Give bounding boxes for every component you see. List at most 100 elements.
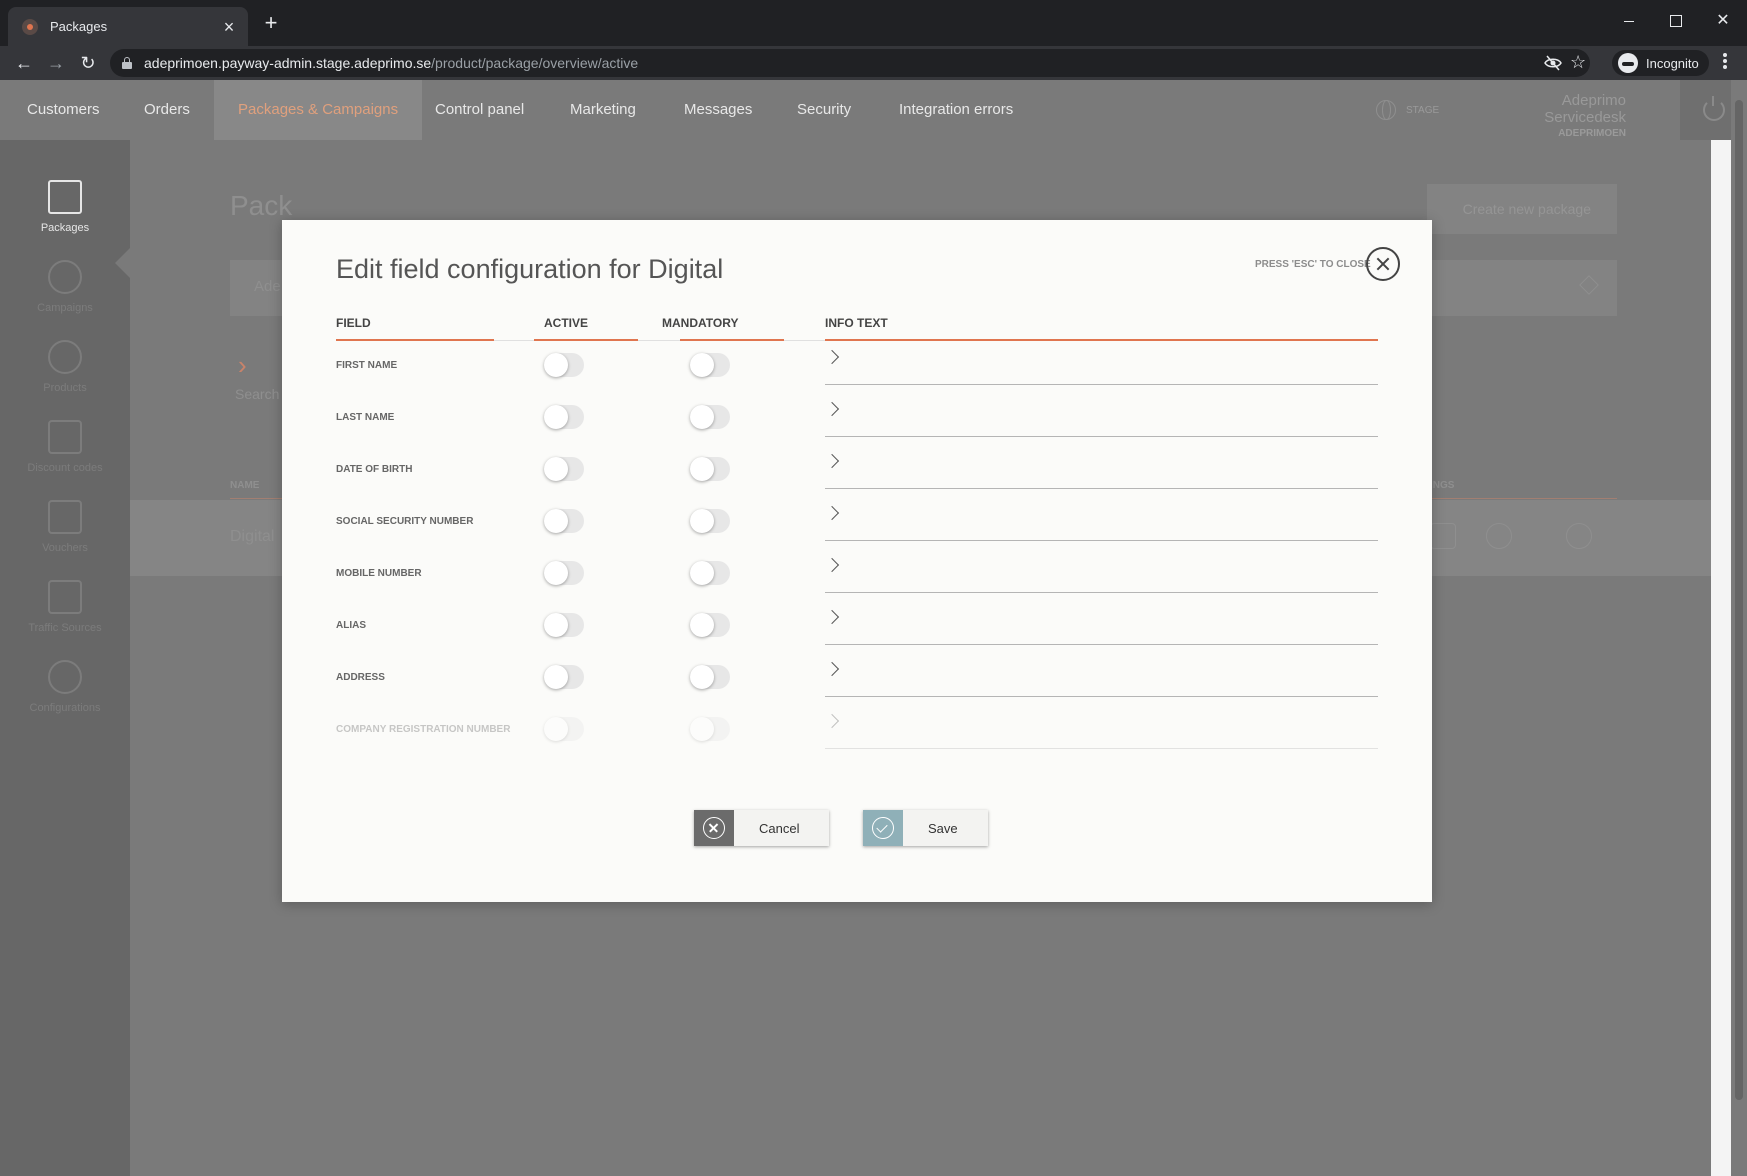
mandatory-toggle[interactable] [690,613,730,637]
address-bar[interactable]: adeprimoen.payway-admin.stage.adeprimo.s… [110,49,1590,77]
active-toggle[interactable] [544,405,584,429]
active-toggle[interactable] [544,717,584,741]
customer-select-value: Ade [254,278,281,295]
mandatory-toggle[interactable] [690,405,730,429]
nav-integration-errors[interactable]: Integration errors [875,80,1037,140]
cancel-button[interactable]: Cancel [694,810,830,846]
incognito-label: Incognito [1646,55,1699,71]
window-minimize-icon[interactable] [1606,6,1652,36]
column-header-settings: INGS [1430,480,1455,491]
field-header-underline [336,339,494,341]
mandatory-toggle[interactable] [690,353,730,377]
sidebar-item-vouchers[interactable]: Vouchers [0,500,130,554]
save-label: Save [928,820,958,836]
field-config-icon[interactable] [1430,523,1456,549]
active-toggle[interactable] [544,665,584,689]
field-config-modal: Edit field configuration for Digital PRE… [282,220,1432,902]
mandatory-toggle[interactable] [690,561,730,585]
field-label: LAST NAME [336,412,395,423]
nav-messages[interactable]: Messages [660,80,776,140]
field-label: MOBILE NUMBER [336,568,422,579]
mandatory-toggle[interactable] [690,717,730,741]
nav-marketing[interactable]: Marketing [546,80,660,140]
atom-icon [48,340,82,374]
create-package-button[interactable]: Create new package [1427,184,1617,234]
new-tab-icon[interactable]: + [260,12,282,34]
save-button[interactable]: Save [863,810,988,846]
field-label: DATE OF BIRTH [336,464,413,475]
window-close-icon[interactable]: ✕ [1700,6,1746,36]
field-row-address: ADDRESS [336,654,1378,706]
active-toggle[interactable] [544,457,584,481]
close-icon[interactable] [1366,247,1400,281]
sidebar-item-traffic-sources[interactable]: Traffic Sources [0,580,130,634]
reload-icon[interactable]: ↻ [75,50,101,76]
mandatory-header-underline [680,339,784,341]
info-text-field[interactable] [824,446,1378,489]
globe-icon [1376,100,1396,120]
environment-label: STAGE [1406,104,1440,116]
mandatory-toggle[interactable] [690,509,730,533]
nav-customers[interactable]: Customers [3,80,124,140]
row-name: Digital [230,528,275,545]
info-header-underline [825,339,1378,341]
column-header-name: NAME [230,480,260,491]
search-input[interactable]: Search [235,386,279,402]
sidebar-item-configurations[interactable]: Configurations [0,660,130,714]
sidebar-item-label: Vouchers [42,542,88,554]
scrollbar-thumb[interactable] [1735,100,1743,1100]
chevron-right-icon[interactable]: › [238,350,247,381]
url-text: adeprimoen.payway-admin.stage.adeprimo.s… [144,55,638,71]
browser-menu-icon[interactable] [1722,52,1728,72]
sidebar-item-label: Campaigns [37,302,93,314]
active-toggle[interactable] [544,509,584,533]
environment-indicator: STAGE [1376,100,1439,120]
link-icon[interactable] [1486,523,1512,549]
nav-control-panel[interactable]: Control panel [411,80,548,140]
browser-tab[interactable]: Packages × [8,7,248,46]
window-maximize-icon[interactable] [1652,6,1698,36]
chevron-right-icon [824,609,840,625]
eye-off-icon[interactable] [1544,55,1562,71]
sidebar-item-products[interactable]: Products [0,340,130,394]
forward-arrow-icon[interactable]: → [43,50,69,76]
bookmark-star-icon[interactable]: ☆ [1570,52,1586,73]
incognito-badge[interactable]: Incognito [1612,50,1709,76]
add-circle-icon[interactable] [1566,523,1592,549]
info-text-field[interactable] [824,550,1378,593]
mandatory-toggle[interactable] [690,665,730,689]
info-text-field[interactable] [824,602,1378,645]
mandatory-toggle[interactable] [690,457,730,481]
back-arrow-icon[interactable]: ← [11,50,37,76]
sidebar-item-campaigns[interactable]: Campaigns [0,260,130,314]
column-header-active: ACTIVE [544,316,589,330]
nav-security[interactable]: Security [773,80,875,140]
info-text-field[interactable] [824,498,1378,541]
info-text-field[interactable] [824,394,1378,437]
field-label: ALIAS [336,620,366,631]
tab-title: Packages [50,19,108,34]
top-navigation: Customers Orders Packages & Campaigns Co… [0,80,1747,140]
sidebar-item-packages[interactable]: Packages [0,180,130,234]
page-scrollbar[interactable] [1731,80,1747,1176]
url-path: /product/package/overview/active [431,55,639,71]
chevron-right-icon [824,713,840,729]
lock-icon[interactable] [122,57,132,69]
nav-orders[interactable]: Orders [120,80,214,140]
sidebar-item-label: Products [43,382,87,394]
active-toggle[interactable] [544,353,584,377]
info-text-field[interactable] [824,342,1378,385]
sidebar-item-label: Configurations [29,702,101,714]
active-toggle[interactable] [544,613,584,637]
info-text-field[interactable] [824,654,1378,697]
field-row-company-registration-number: COMPANY REGISTRATION NUMBER [336,706,1378,758]
check-circle-icon [872,817,894,839]
nav-packages-campaigns[interactable]: Packages & Campaigns [214,80,423,140]
browser-toolbar: ← → ↻ adeprimoen.payway-admin.stage.adep… [0,46,1747,80]
info-text-field[interactable] [824,706,1378,749]
tab-close-icon[interactable]: × [220,18,238,36]
sidebar-item-discount-codes[interactable]: Discount codes [0,420,130,474]
sidebar-item-label: Discount codes [27,462,103,474]
active-toggle[interactable] [544,561,584,585]
tag-icon [48,420,82,454]
